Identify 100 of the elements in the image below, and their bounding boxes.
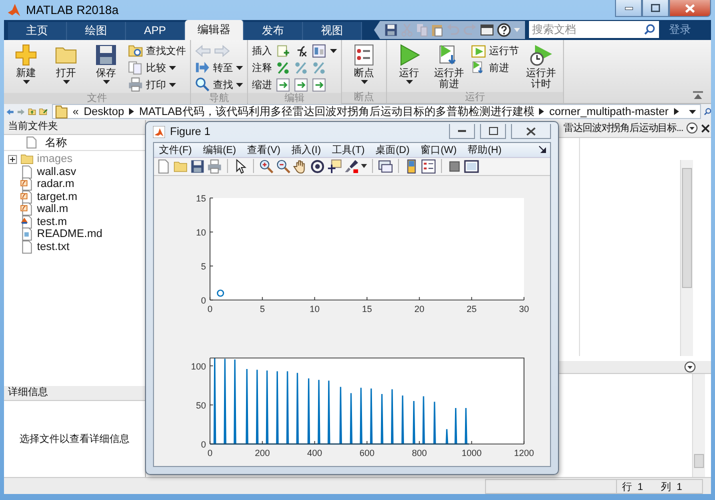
ribbon-button[interactable]: 运行并前进 <box>431 42 467 92</box>
file-item[interactable]: test.m <box>4 215 145 228</box>
frame-icon[interactable] <box>464 158 479 174</box>
ribbon-button[interactable]: 比较 <box>128 60 186 76</box>
path-segment[interactable]: « <box>72 106 79 118</box>
file-item[interactable]: wall.m <box>4 202 145 216</box>
data-cursor-icon[interactable] <box>327 158 342 174</box>
ribbon-button[interactable]: 查找 <box>195 76 243 93</box>
caret-icon[interactable] <box>102 80 110 84</box>
file-item[interactable]: test.txt <box>4 240 145 253</box>
zoom-in-icon[interactable] <box>259 158 274 174</box>
caret-icon[interactable] <box>688 110 696 114</box>
tick-label: 10 <box>310 304 320 314</box>
scrollbar[interactable] <box>680 160 693 356</box>
caret-icon[interactable] <box>236 66 243 70</box>
ribbon-button[interactable]: 新建 <box>8 42 44 93</box>
ribbon-tab[interactable]: 绘图 <box>67 22 126 40</box>
file-item[interactable]: radar.m <box>4 178 145 190</box>
ribbon-tab[interactable]: APP <box>126 22 185 40</box>
maximize-button[interactable] <box>642 0 669 17</box>
link-plot-icon[interactable] <box>378 158 393 174</box>
menu-item[interactable]: 工具(T) <box>332 142 365 157</box>
close-icon[interactable] <box>701 124 710 133</box>
close-button[interactable] <box>669 0 711 17</box>
expand-icon[interactable] <box>8 154 17 164</box>
caret-icon[interactable] <box>62 80 70 84</box>
caret-icon[interactable] <box>361 164 367 168</box>
panel-title: 当前文件夹 <box>4 120 145 135</box>
dock-arrow-icon[interactable] <box>539 146 546 154</box>
tick-label: 800 <box>412 448 427 458</box>
caret-icon[interactable] <box>236 82 243 87</box>
ribbon-button[interactable]: 断点 <box>346 42 382 92</box>
caret-icon[interactable] <box>169 66 176 70</box>
maximize-button[interactable] <box>480 124 506 140</box>
close-button[interactable] <box>511 124 551 140</box>
search-field[interactable]: 搜索文档 <box>529 21 659 38</box>
window-title: MATLAB R2018a <box>26 2 118 17</box>
ribbon-button[interactable]: 前进 <box>471 60 519 76</box>
tick-label: 100 <box>190 361 206 372</box>
zoom-out-icon[interactable] <box>276 158 291 174</box>
ribbon-tab[interactable]: 编辑器 <box>185 20 244 40</box>
ribbon-button[interactable]: 运行节 <box>471 42 519 59</box>
caret-icon[interactable] <box>169 82 176 87</box>
menu-item[interactable]: 查看(V) <box>247 142 280 157</box>
path-segment[interactable]: Desktop <box>84 106 124 118</box>
path-segment[interactable]: corner_multipath-master <box>549 106 668 118</box>
ribbon-button[interactable]: 打开 <box>48 42 84 93</box>
ribbon-button[interactable]: 保存 <box>88 42 124 93</box>
tick-label: 20 <box>414 304 424 314</box>
clipboard-icon[interactable] <box>431 22 443 37</box>
caret-icon[interactable] <box>360 80 368 84</box>
chevron-right-icon[interactable] <box>539 108 544 116</box>
compare-icon <box>128 60 143 76</box>
brush-icon[interactable] <box>344 158 359 174</box>
ribbon-button[interactable]: 运行并计时 <box>523 42 559 92</box>
percent-icon <box>312 60 326 75</box>
editor-tab[interactable]: 雷达回波对拐角后运动目标... <box>564 121 683 136</box>
column-header[interactable]: 名称 <box>45 134 67 150</box>
chevron-right-icon[interactable] <box>674 108 678 116</box>
options-icon[interactable] <box>686 122 698 134</box>
function-file-icon <box>20 202 34 216</box>
ribbon-button[interactable]: 转至 <box>195 60 243 76</box>
file-item[interactable]: wall.asv <box>4 165 145 178</box>
collapse-icon[interactable] <box>693 90 703 99</box>
ribbon-button[interactable]: 查找文件 <box>128 42 186 59</box>
menu-item[interactable]: 文件(F) <box>159 142 192 157</box>
menu-item[interactable]: 插入(I) <box>291 142 321 157</box>
ribbon-label: 注释 <box>252 62 272 75</box>
minimize-button[interactable] <box>615 0 642 17</box>
ribbon-tab[interactable]: 主页 <box>8 22 67 40</box>
ribbon-tab[interactable]: 视图 <box>303 22 362 40</box>
path-segment[interactable]: MATLAB代码，该代码利用多径雷达回波对拐角后运动目标的多普勒检测进行建模 <box>139 104 534 120</box>
caret-icon[interactable] <box>330 48 337 53</box>
file-item[interactable]: README.md <box>4 228 145 240</box>
menu-item[interactable]: 桌面(D) <box>376 142 410 157</box>
menu-item[interactable]: 窗口(W) <box>420 142 457 157</box>
data-point <box>216 290 224 297</box>
scrollbar[interactable] <box>692 374 705 477</box>
path-field[interactable]: « Desktop MATLAB代码，该代码利用多径雷达回波对拐角后运动目标的多普勒检测进行建模 corner_multipath-master <box>52 104 700 120</box>
help-icon[interactable] <box>497 22 511 37</box>
window-layout-icon[interactable] <box>480 24 494 36</box>
square-icon[interactable] <box>447 158 462 174</box>
toolbar-button[interactable] <box>312 44 326 58</box>
caret-icon[interactable] <box>406 80 412 84</box>
indent-icon <box>276 78 290 92</box>
caret-icon[interactable] <box>22 80 30 84</box>
panel-title: 详细信息 <box>4 386 145 401</box>
menu-item[interactable]: 帮助(H) <box>468 142 502 157</box>
file-item[interactable]: target.m <box>4 190 145 203</box>
options-icon[interactable] <box>684 360 696 373</box>
ribbon-button[interactable]: 打印 <box>128 76 186 93</box>
legend-icon[interactable] <box>421 158 436 174</box>
ribbon-tab[interactable]: 发布 <box>244 22 303 40</box>
login-link[interactable]: 登录 <box>669 22 691 38</box>
chevron-right-icon[interactable] <box>129 108 134 116</box>
rotate-icon[interactable] <box>310 158 325 174</box>
tick-label: 1000 <box>462 448 482 458</box>
menu-item[interactable]: 编辑(E) <box>202 142 236 157</box>
ribbon-button[interactable]: 运行 <box>391 42 427 92</box>
minimize-button[interactable] <box>449 124 475 140</box>
